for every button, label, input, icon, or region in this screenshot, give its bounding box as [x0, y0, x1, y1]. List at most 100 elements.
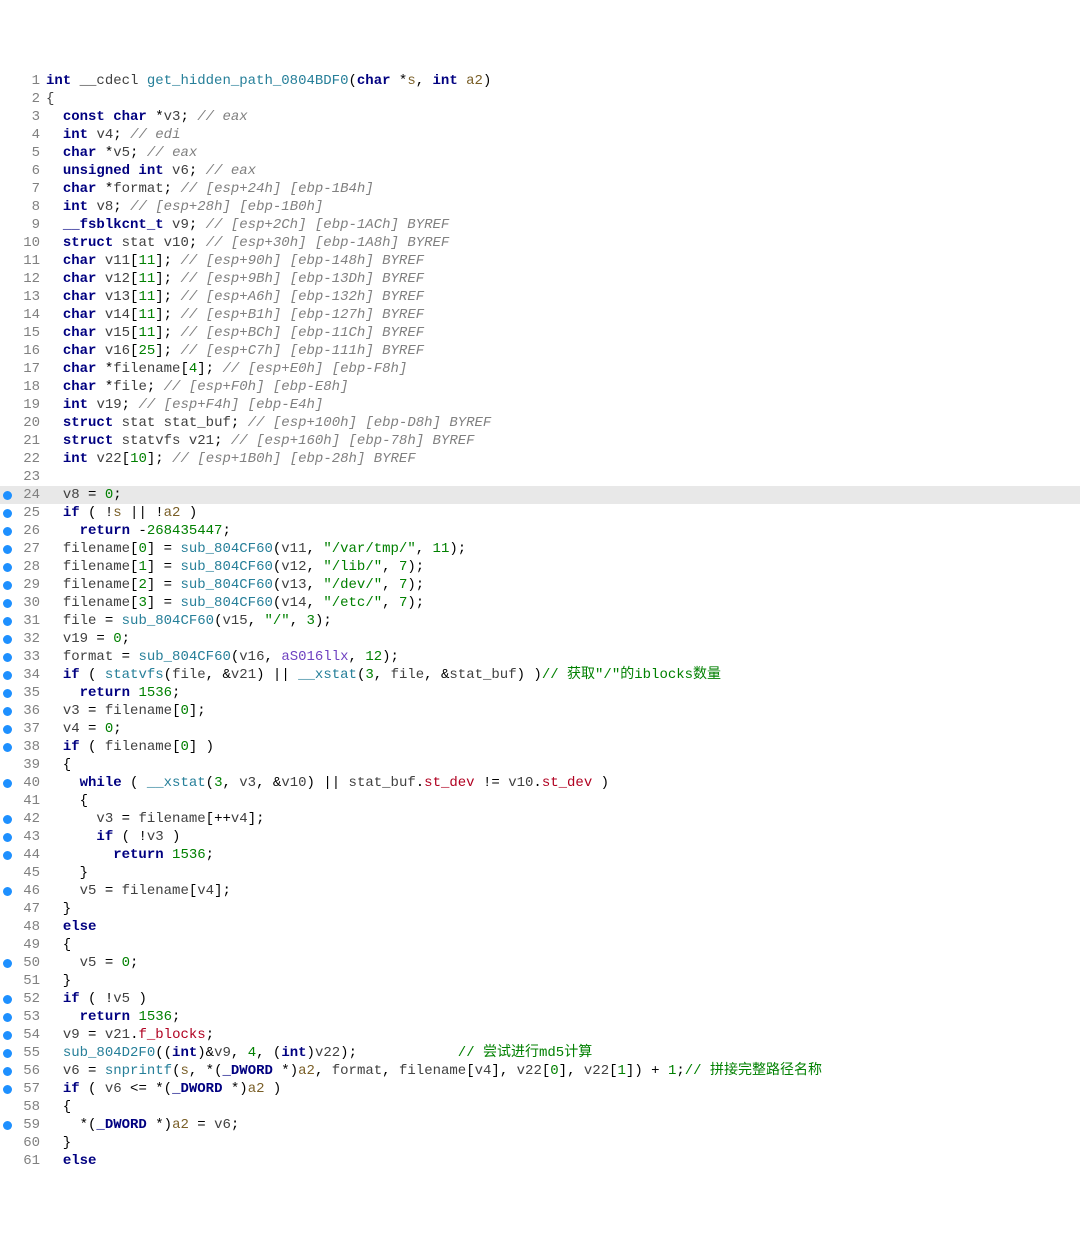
breakpoint-gutter[interactable]: [0, 635, 14, 644]
code-text[interactable]: __fsblkcnt_t v9; // [esp+2Ch] [ebp-1ACh]…: [44, 216, 1080, 234]
code-text[interactable]: v3 = filename[++v4];: [44, 810, 1080, 828]
code-text[interactable]: {: [44, 936, 1080, 954]
code-text[interactable]: int __cdecl get_hidden_path_0804BDF0(cha…: [44, 72, 1080, 90]
breakpoint-icon[interactable]: [3, 1067, 12, 1076]
breakpoint-icon[interactable]: [3, 1013, 12, 1022]
breakpoint-gutter[interactable]: [0, 1031, 14, 1040]
code-line[interactable]: 8 int v8; // [esp+28h] [ebp-1B0h]: [0, 198, 1080, 216]
code-text[interactable]: char *format; // [esp+24h] [ebp-1B4h]: [44, 180, 1080, 198]
code-text[interactable]: struct stat stat_buf; // [esp+100h] [ebp…: [44, 414, 1080, 432]
code-line[interactable]: 5 char *v5; // eax: [0, 144, 1080, 162]
code-line[interactable]: 48 else: [0, 918, 1080, 936]
code-line[interactable]: 22 int v22[10]; // [esp+1B0h] [ebp-28h] …: [0, 450, 1080, 468]
breakpoint-gutter[interactable]: [0, 599, 14, 608]
code-text[interactable]: {: [44, 756, 1080, 774]
code-text[interactable]: if ( !v5 ): [44, 990, 1080, 1008]
breakpoint-icon[interactable]: [3, 671, 12, 680]
breakpoint-icon[interactable]: [3, 833, 12, 842]
code-line[interactable]: 30 filename[3] = sub_804CF60(v14, "/etc/…: [0, 594, 1080, 612]
breakpoint-icon[interactable]: [3, 779, 12, 788]
breakpoint-gutter[interactable]: [0, 563, 14, 572]
code-line[interactable]: 25 if ( !s || !a2 ): [0, 504, 1080, 522]
code-text[interactable]: *(_DWORD *)a2 = v6;: [44, 1116, 1080, 1134]
code-text[interactable]: return 1536;: [44, 846, 1080, 864]
code-text[interactable]: if ( filename[0] ): [44, 738, 1080, 756]
code-text[interactable]: {: [44, 1098, 1080, 1116]
code-line[interactable]: 43 if ( !v3 ): [0, 828, 1080, 846]
code-text[interactable]: filename[3] = sub_804CF60(v14, "/etc/", …: [44, 594, 1080, 612]
code-text[interactable]: format = sub_804CF60(v16, aS016llx, 12);: [44, 648, 1080, 666]
breakpoint-gutter[interactable]: [0, 491, 14, 500]
breakpoint-gutter[interactable]: [0, 995, 14, 1004]
breakpoint-gutter[interactable]: [0, 851, 14, 860]
code-line[interactable]: 46 v5 = filename[v4];: [0, 882, 1080, 900]
code-line[interactable]: 20 struct stat stat_buf; // [esp+100h] […: [0, 414, 1080, 432]
breakpoint-gutter[interactable]: [0, 689, 14, 698]
breakpoint-icon[interactable]: [3, 1121, 12, 1130]
code-text[interactable]: char v13[11]; // [esp+A6h] [ebp-132h] BY…: [44, 288, 1080, 306]
code-text[interactable]: const char *v3; // eax: [44, 108, 1080, 126]
code-line[interactable]: 15 char v15[11]; // [esp+BCh] [ebp-11Ch]…: [0, 324, 1080, 342]
code-line[interactable]: 17 char *filename[4]; // [esp+E0h] [ebp-…: [0, 360, 1080, 378]
code-line[interactable]: 7 char *format; // [esp+24h] [ebp-1B4h]: [0, 180, 1080, 198]
breakpoint-gutter[interactable]: [0, 959, 14, 968]
code-line[interactable]: 55 sub_804D2F0((int)&v9, 4, (int)v22); /…: [0, 1044, 1080, 1062]
breakpoint-icon[interactable]: [3, 959, 12, 968]
code-line[interactable]: 26 return -268435447;: [0, 522, 1080, 540]
code-line[interactable]: 52 if ( !v5 ): [0, 990, 1080, 1008]
code-line[interactable]: 11 char v11[11]; // [esp+90h] [ebp-148h]…: [0, 252, 1080, 270]
code-line[interactable]: 56 v6 = snprintf(s, *(_DWORD *)a2, forma…: [0, 1062, 1080, 1080]
code-line[interactable]: 38 if ( filename[0] ): [0, 738, 1080, 756]
breakpoint-icon[interactable]: [3, 689, 12, 698]
code-text[interactable]: v19 = 0;: [44, 630, 1080, 648]
code-line[interactable]: 23: [0, 468, 1080, 486]
code-text[interactable]: filename[1] = sub_804CF60(v12, "/lib/", …: [44, 558, 1080, 576]
code-line[interactable]: 9 __fsblkcnt_t v9; // [esp+2Ch] [ebp-1AC…: [0, 216, 1080, 234]
code-line[interactable]: 14 char v14[11]; // [esp+B1h] [ebp-127h]…: [0, 306, 1080, 324]
breakpoint-gutter[interactable]: [0, 707, 14, 716]
breakpoint-icon[interactable]: [3, 995, 12, 1004]
code-line[interactable]: 28 filename[1] = sub_804CF60(v12, "/lib/…: [0, 558, 1080, 576]
code-text[interactable]: else: [44, 918, 1080, 936]
breakpoint-icon[interactable]: [3, 545, 12, 554]
code-line[interactable]: 37 v4 = 0;: [0, 720, 1080, 738]
breakpoint-icon[interactable]: [3, 725, 12, 734]
breakpoint-icon[interactable]: [3, 1085, 12, 1094]
breakpoint-gutter[interactable]: [0, 725, 14, 734]
code-line[interactable]: 53 return 1536;: [0, 1008, 1080, 1026]
code-line[interactable]: 50 v5 = 0;: [0, 954, 1080, 972]
breakpoint-gutter[interactable]: [0, 1013, 14, 1022]
code-text[interactable]: char v14[11]; // [esp+B1h] [ebp-127h] BY…: [44, 306, 1080, 324]
code-line[interactable]: 49 {: [0, 936, 1080, 954]
code-line[interactable]: 3 const char *v3; // eax: [0, 108, 1080, 126]
code-line[interactable]: 10 struct stat v10; // [esp+30h] [ebp-1A…: [0, 234, 1080, 252]
code-line[interactable]: 57 if ( v6 <= *(_DWORD *)a2 ): [0, 1080, 1080, 1098]
code-line[interactable]: 24 v8 = 0;: [0, 486, 1080, 504]
breakpoint-icon[interactable]: [3, 815, 12, 824]
breakpoint-icon[interactable]: [3, 599, 12, 608]
code-text[interactable]: return 1536;: [44, 1008, 1080, 1026]
code-text[interactable]: v9 = v21.f_blocks;: [44, 1026, 1080, 1044]
code-text[interactable]: sub_804D2F0((int)&v9, 4, (int)v22); // 尝…: [44, 1044, 1080, 1062]
code-text[interactable]: int v22[10]; // [esp+1B0h] [ebp-28h] BYR…: [44, 450, 1080, 468]
breakpoint-icon[interactable]: [3, 653, 12, 662]
breakpoint-icon[interactable]: [3, 1031, 12, 1040]
code-text[interactable]: int v19; // [esp+F4h] [ebp-E4h]: [44, 396, 1080, 414]
code-line[interactable]: 58 {: [0, 1098, 1080, 1116]
code-text[interactable]: char *file; // [esp+F0h] [ebp-E8h]: [44, 378, 1080, 396]
breakpoint-gutter[interactable]: [0, 581, 14, 590]
code-line[interactable]: 6 unsigned int v6; // eax: [0, 162, 1080, 180]
code-line[interactable]: 12 char v12[11]; // [esp+9Bh] [ebp-13Dh]…: [0, 270, 1080, 288]
breakpoint-gutter[interactable]: [0, 887, 14, 896]
code-text[interactable]: char v12[11]; // [esp+9Bh] [ebp-13Dh] BY…: [44, 270, 1080, 288]
breakpoint-gutter[interactable]: [0, 671, 14, 680]
code-text[interactable]: if ( statvfs(file, &v21) || __xstat(3, f…: [44, 666, 1080, 684]
code-text[interactable]: }: [44, 1134, 1080, 1152]
code-text[interactable]: v6 = snprintf(s, *(_DWORD *)a2, format, …: [44, 1062, 1080, 1080]
code-line[interactable]: 42 v3 = filename[++v4];: [0, 810, 1080, 828]
breakpoint-icon[interactable]: [3, 887, 12, 896]
code-text[interactable]: if ( !s || !a2 ): [44, 504, 1080, 522]
code-text[interactable]: struct stat v10; // [esp+30h] [ebp-1A8h]…: [44, 234, 1080, 252]
code-text[interactable]: struct statvfs v21; // [esp+160h] [ebp-7…: [44, 432, 1080, 450]
code-line[interactable]: 44 return 1536;: [0, 846, 1080, 864]
